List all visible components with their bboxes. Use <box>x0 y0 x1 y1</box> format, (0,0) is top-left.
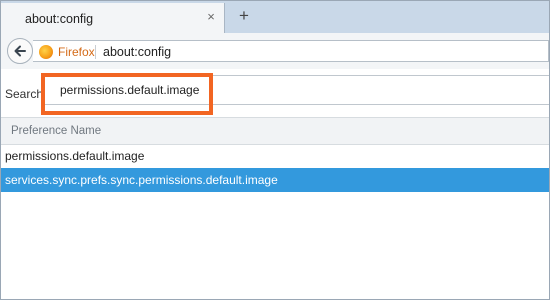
table-row[interactable]: permissions.default.image <box>1 144 549 168</box>
column-header-preference-name[interactable]: Preference Name <box>11 125 101 137</box>
browser-window: about:config × + Firefox about:config Se… <box>0 0 550 300</box>
identity-label: Firefox <box>58 45 95 59</box>
table-row-selected[interactable]: services.sync.prefs.sync.permissions.def… <box>1 168 549 192</box>
back-button[interactable] <box>7 38 33 64</box>
search-input[interactable] <box>48 80 540 100</box>
url-bar[interactable]: Firefox about:config <box>33 40 549 62</box>
tab-about-config[interactable]: about:config × <box>1 3 225 33</box>
firefox-icon <box>39 45 53 59</box>
back-arrow-icon <box>14 45 26 57</box>
search-field <box>41 75 549 105</box>
table-header: Preference Name <box>1 117 549 145</box>
new-tab-icon[interactable]: + <box>236 7 252 24</box>
url-text: about:config <box>103 45 172 59</box>
search-row: Search: <box>1 69 549 117</box>
tab-strip: about:config × + <box>1 1 549 33</box>
preference-list: permissions.default.image services.sync.… <box>1 144 549 192</box>
navigation-bar: Firefox about:config <box>1 33 549 70</box>
close-icon[interactable]: × <box>204 10 218 24</box>
tab-title: about:config <box>25 12 94 26</box>
url-separator <box>95 45 96 59</box>
